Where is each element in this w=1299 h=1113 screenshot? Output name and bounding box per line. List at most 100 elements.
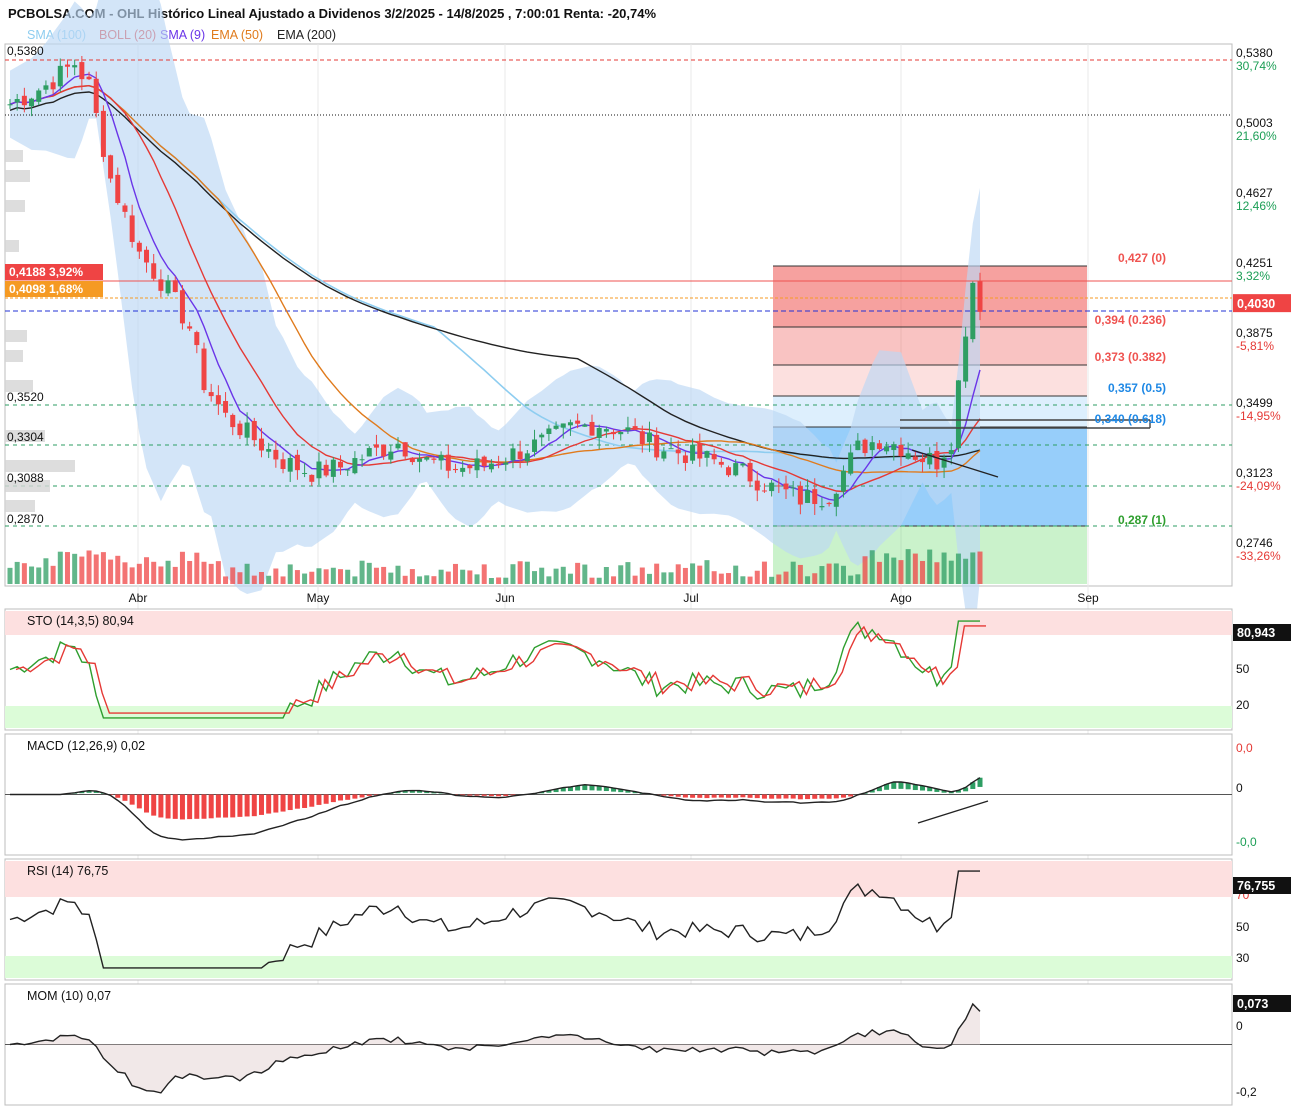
- candle-body: [697, 442, 703, 459]
- candle-body: [661, 451, 667, 459]
- volume-bar: [223, 576, 229, 584]
- volume-bar: [761, 561, 767, 584]
- candle-body: [898, 444, 904, 457]
- macd-hist-bar: [115, 794, 121, 798]
- candle-body: [21, 95, 27, 106]
- candle-body: [869, 442, 875, 451]
- candle-body: [417, 458, 423, 462]
- panel-mom: MOM (10) 0,07 0 -0,2 0,073: [4, 983, 1291, 1106]
- candle-body: [237, 423, 243, 436]
- macd-hist-bar: [488, 794, 494, 797]
- candle-body: [567, 422, 573, 426]
- candle-body: [977, 281, 983, 312]
- candle-body: [891, 444, 897, 451]
- volume-bar: [215, 561, 221, 584]
- candle-body: [194, 332, 200, 346]
- fib-label-5: 0,287 (1): [1118, 513, 1166, 527]
- volume-bar: [611, 576, 617, 584]
- macd-hist-bar: [711, 794, 717, 798]
- candle-body: [553, 425, 559, 429]
- axis-price-1: 0,5003: [1236, 116, 1273, 130]
- macd-hist-bar: [747, 794, 753, 798]
- volume-bar: [21, 563, 27, 584]
- candle-body: [603, 429, 609, 432]
- volume-bar: [230, 567, 236, 584]
- candle-body: [100, 110, 106, 157]
- candle-body: [366, 448, 372, 457]
- axis-price-2: 0,4627: [1236, 186, 1273, 200]
- macd-hist-bar: [474, 794, 480, 796]
- month-label-5: Sep: [1077, 591, 1099, 605]
- candle-body: [460, 467, 466, 472]
- volume-bar: [438, 569, 444, 584]
- candle-body: [611, 431, 617, 435]
- volume-bar: [812, 573, 818, 584]
- macd-hist-bar: [309, 794, 315, 807]
- candle-body: [510, 448, 516, 461]
- volume-bar: [790, 561, 796, 584]
- candle-body: [294, 454, 300, 471]
- macd-hist-bar: [726, 794, 732, 798]
- candle-body: [359, 459, 365, 461]
- macd-hist-bar: [503, 794, 509, 796]
- volume-bar: [567, 573, 573, 584]
- volume-bar: [862, 556, 868, 584]
- volume-bar: [474, 574, 480, 584]
- volume-bar: [510, 564, 516, 584]
- candle-body: [963, 336, 969, 382]
- panel-rsi: RSI (14) 76,7570503076,755: [4, 858, 1291, 981]
- volume-bar: [86, 550, 92, 584]
- candle-body: [862, 439, 868, 454]
- candle-body: [36, 90, 42, 102]
- axis-price-5: 0,3499: [1236, 396, 1273, 410]
- candle-body: [302, 472, 308, 474]
- candle-body: [402, 442, 408, 457]
- macd-hist-bar: [302, 794, 308, 808]
- candle-body: [905, 453, 911, 459]
- month-label-3: Jul: [683, 591, 698, 605]
- fib-zone-0-0236: [773, 266, 1087, 327]
- volume-bar: [237, 572, 243, 584]
- macd-hist-bar: [244, 794, 250, 817]
- volume-bar: [381, 566, 387, 584]
- candle-body: [144, 249, 150, 263]
- macd-hist-bar: [208, 794, 214, 819]
- volume-bar: [294, 570, 300, 584]
- candle-body: [136, 242, 142, 252]
- left-level-3: 0,3088: [7, 471, 44, 485]
- volume-bar: [208, 563, 214, 584]
- volume-bar: [488, 577, 494, 584]
- candle-body: [79, 62, 85, 80]
- month-label-2: Jun: [495, 591, 514, 605]
- volume-bar: [14, 561, 20, 584]
- volume-bar: [532, 571, 538, 584]
- fib-label-0: 0,427 (0): [1118, 251, 1166, 265]
- volume-bar: [711, 571, 717, 584]
- macd-hist-bar: [330, 794, 336, 803]
- candle-body: [57, 65, 63, 87]
- macd-hist-bar: [172, 794, 178, 819]
- volume-bar: [769, 576, 775, 584]
- volume-bar: [417, 576, 423, 584]
- candle-body: [546, 428, 552, 434]
- candle-body: [668, 448, 674, 450]
- volume-bar: [977, 551, 983, 584]
- macd-hist-bar: [352, 794, 358, 799]
- macd-hist-bar: [661, 794, 667, 796]
- macd-hist-bar: [165, 794, 171, 819]
- volume-bar: [409, 569, 415, 584]
- mom-value: 0,073: [1237, 997, 1268, 1011]
- candle-body: [201, 348, 207, 391]
- candle-body: [338, 461, 344, 468]
- volume-bar: [503, 577, 509, 584]
- volume-bar: [603, 567, 609, 584]
- candle-body: [496, 463, 502, 465]
- candle-body: [934, 450, 940, 470]
- macd-hist-bar: [718, 794, 724, 798]
- volume-bar: [445, 571, 451, 584]
- macd-hist-bar: [258, 794, 264, 815]
- axis-pct-7: -33,26%: [1236, 549, 1281, 563]
- rsi-overbought-zone: [5, 861, 1232, 897]
- macd-hist-bar: [201, 794, 207, 819]
- volume-bar: [546, 576, 552, 584]
